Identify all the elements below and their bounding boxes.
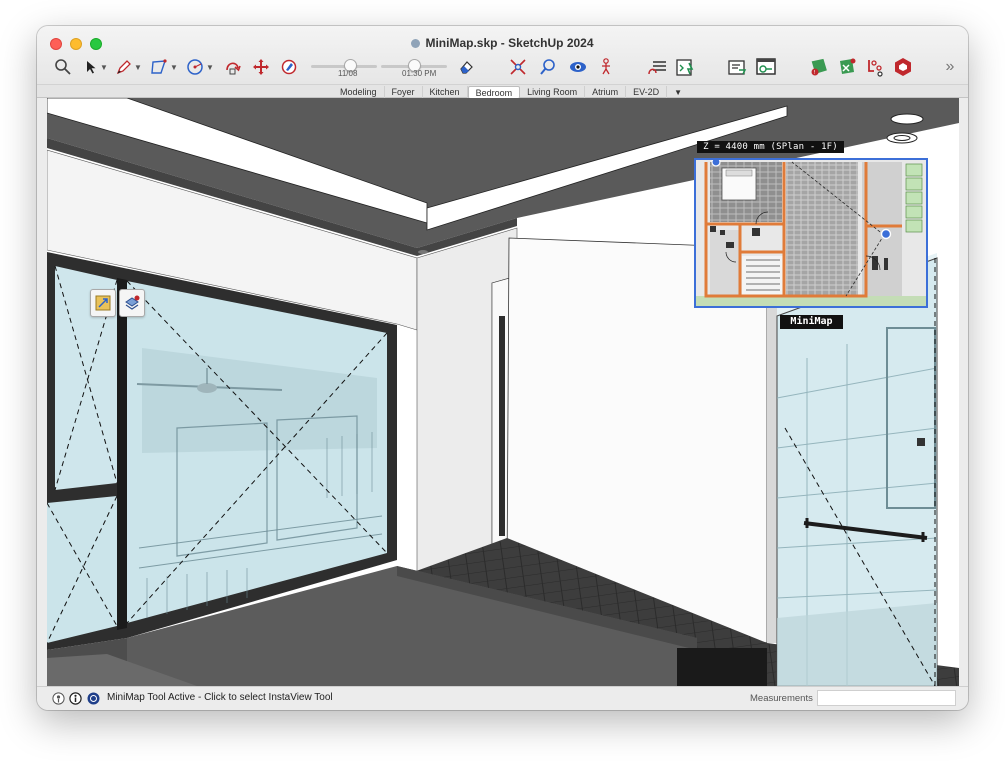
- paint-icon: [281, 59, 297, 75]
- ruby-console-icon: [676, 59, 694, 76]
- extension-2-icon: [840, 58, 856, 74]
- search-icon: [540, 59, 555, 75]
- scene-tabs-dropdown[interactable]: ▼: [667, 86, 689, 99]
- tab-atrium[interactable]: Atrium: [585, 85, 627, 99]
- pencil-icon: [116, 60, 131, 75]
- circle-tool-button[interactable]: ▼: [185, 54, 215, 80]
- measurements-field[interactable]: [817, 690, 956, 706]
- scene-tab-bar: Modeling Foyer Kitchen Bedroom Living Ro…: [37, 84, 968, 99]
- minimap-camera-icon: [886, 132, 918, 144]
- select-arrow-icon: [87, 61, 96, 74]
- push-pull-tool-button[interactable]: [221, 54, 245, 80]
- shape-icon: [151, 59, 167, 74]
- account-icon[interactable]: [87, 692, 100, 705]
- minimap-tool-icon: [125, 295, 140, 310]
- ruby-console-button[interactable]: [673, 54, 697, 80]
- tab-modeling[interactable]: Modeling: [333, 85, 385, 99]
- display-icon: [756, 58, 776, 75]
- paint-tool-button[interactable]: [277, 54, 301, 80]
- extension-3-button[interactable]: [863, 54, 887, 80]
- window-title: MiniMap.skp - SketchUp 2024: [37, 36, 968, 50]
- model-viewport[interactable]: Z = 4400 mm (SPlan - 1F) MiniMap: [47, 98, 959, 686]
- select-tool-button[interactable]: ▼: [83, 54, 109, 80]
- extension-3-icon: [868, 60, 883, 77]
- extension-1-button[interactable]: !: [807, 54, 831, 80]
- chevron-down-icon[interactable]: ▼: [100, 63, 108, 72]
- date-slider[interactable]: 11/08: [311, 58, 377, 80]
- move-tool-button[interactable]: [249, 54, 273, 80]
- zoom-extents-button[interactable]: [507, 54, 529, 80]
- scene-update-button[interactable]: [645, 54, 669, 80]
- minimap-tool-button[interactable]: [119, 289, 145, 317]
- zoom-icon: [55, 59, 71, 75]
- overflow-chevron-icon: »: [945, 58, 955, 75]
- tab-living-room[interactable]: Living Room: [520, 85, 586, 99]
- date-value: 11/08: [338, 69, 358, 78]
- minimap-title-label: MiniMap: [780, 315, 843, 329]
- layers-icon: [648, 61, 666, 75]
- zoom-extents-icon: [510, 59, 526, 75]
- line-tool-button[interactable]: ▼: [115, 54, 143, 80]
- shape-tool-button[interactable]: ▼: [149, 54, 179, 80]
- svg-text:!: !: [814, 70, 816, 76]
- main-toolbar: ▼ ▼ ▼ ▼ 11/08 01:30 PM ! »: [37, 52, 968, 84]
- window-title-text: MiniMap.skp - SketchUp 2024: [425, 36, 594, 50]
- time-slider[interactable]: 01:30 PM: [381, 58, 447, 80]
- document-icon: [411, 39, 421, 48]
- measurements-label: Measurements: [750, 693, 813, 704]
- zoom-tool-button[interactable]: [51, 54, 75, 80]
- walk-icon: [602, 58, 610, 75]
- move-icon: [253, 59, 269, 75]
- scene-tabs: Modeling Foyer Kitchen Bedroom Living Ro…: [333, 85, 689, 99]
- extension-1-icon: !: [811, 58, 827, 76]
- title-bar: MiniMap.skp - SketchUp 2024 ▼ ▼ ▼ ▼ 11/0…: [37, 26, 968, 84]
- status-bar: MiniMap Tool Active - Click to select In…: [37, 686, 968, 710]
- look-around-button[interactable]: [567, 54, 589, 80]
- minimap-panel[interactable]: [694, 158, 928, 308]
- eraser-icon: [460, 61, 473, 74]
- minimap-floor-plan[interactable]: [696, 160, 926, 306]
- walk-tool-button[interactable]: [595, 54, 617, 80]
- status-message: MiniMap Tool Active - Click to select In…: [107, 692, 333, 703]
- extension-2-button[interactable]: [835, 54, 859, 80]
- instaview-icon: [95, 295, 111, 311]
- chevron-down-icon[interactable]: ▼: [134, 63, 142, 72]
- chevron-down-icon[interactable]: ▼: [170, 63, 178, 72]
- tab-kitchen[interactable]: Kitchen: [423, 85, 468, 99]
- tab-bedroom[interactable]: Bedroom: [467, 85, 521, 99]
- push-pull-icon: [226, 62, 241, 75]
- extension-4-button[interactable]: [891, 54, 915, 80]
- extension-4-icon: [895, 58, 911, 76]
- eraser-tool-button[interactable]: [455, 54, 477, 80]
- toolbar-overflow-button[interactable]: »: [941, 54, 959, 80]
- tab-foyer[interactable]: Foyer: [385, 85, 423, 99]
- display-button[interactable]: [753, 54, 779, 80]
- eye-icon: [570, 62, 586, 72]
- geolocation-icon[interactable]: [52, 692, 65, 705]
- circle-icon: [187, 59, 203, 75]
- instaview-button[interactable]: [90, 289, 116, 317]
- terminal-icon: [728, 60, 747, 75]
- time-value: 01:30 PM: [402, 69, 437, 78]
- sketchup-window: MiniMap.skp - SketchUp 2024 ▼ ▼ ▼ ▼ 11/0…: [37, 26, 968, 710]
- zoom-window-button[interactable]: [537, 54, 559, 80]
- terminal-button[interactable]: [725, 54, 749, 80]
- minimap-z-label: Z = 4400 mm (SPlan - 1F): [697, 141, 844, 153]
- chevron-down-icon[interactable]: ▼: [206, 63, 214, 72]
- tab-ev-2d[interactable]: EV-2D: [626, 85, 668, 99]
- credits-icon[interactable]: [69, 692, 82, 705]
